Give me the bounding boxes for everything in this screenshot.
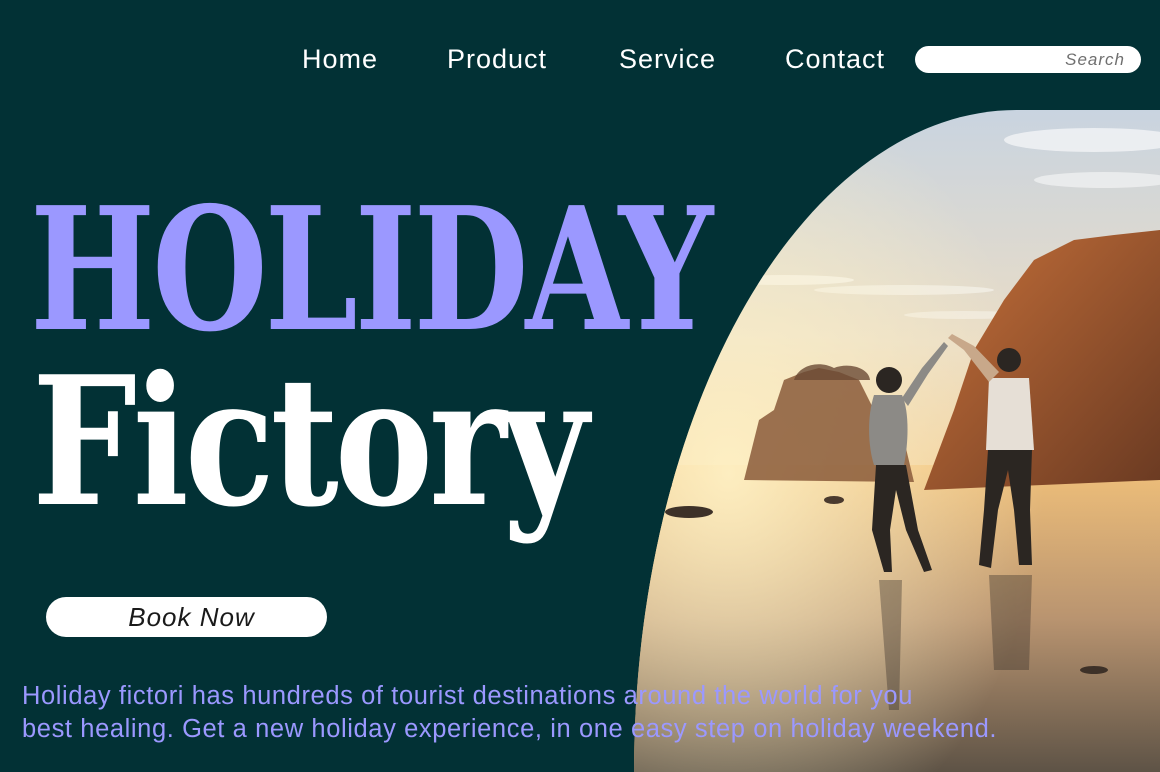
top-navigation: Home Product Service Contact [0,40,1160,80]
headline-holiday: HOLIDAY [30,170,713,370]
beach-sunset-image [634,110,1160,772]
search-input[interactable] [915,46,1141,73]
description-line-2: best healing. Get a new holiday experien… [22,715,998,743]
nav-link-home[interactable]: Home [302,40,378,78]
hero-description: Holiday fictori has hundreds of tourist … [22,680,1122,746]
hero-photo [634,110,1160,772]
description-line-1: Holiday fictori has hundreds of tourist … [22,682,913,710]
book-now-button[interactable]: Book Now [46,597,327,637]
nav-link-product[interactable]: Product [447,40,547,78]
nav-link-service[interactable]: Service [619,40,716,78]
nav-link-contact[interactable]: Contact [785,40,885,78]
headline-fictory: Fictory [32,337,589,546]
